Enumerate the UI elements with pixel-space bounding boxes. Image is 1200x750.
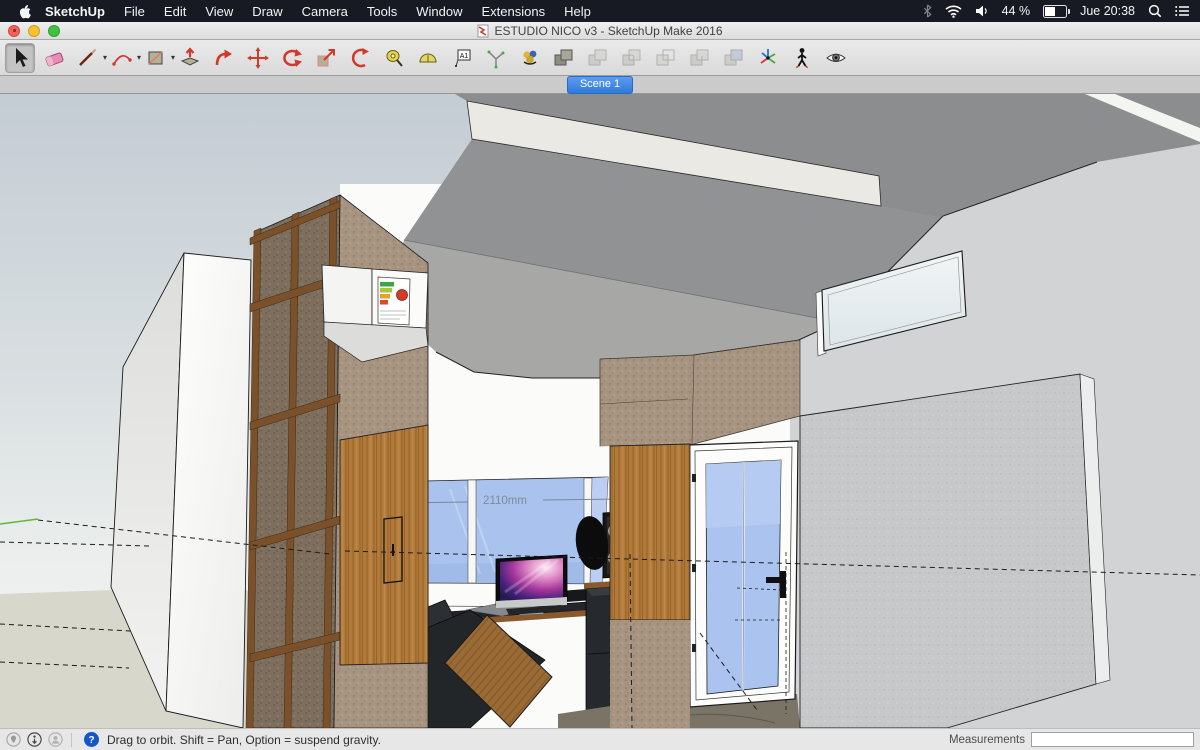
apple-menu-icon[interactable]: [18, 4, 31, 19]
menu-bar-tray: 44 % Jue 20:38: [923, 4, 1190, 18]
tool-rotate-button[interactable]: [277, 43, 307, 73]
tool-subtract-button: [651, 43, 681, 73]
tool-tape-button[interactable]: [379, 43, 409, 73]
tool-walk-button[interactable]: [787, 43, 817, 73]
menu-item-extensions[interactable]: Extensions: [481, 4, 545, 19]
tool-arc-button[interactable]: ▾: [107, 43, 137, 73]
tool-text-button[interactable]: A1: [447, 43, 477, 73]
menu-item-camera[interactable]: Camera: [302, 4, 348, 19]
window-title: ESTUDIO NICO v3 - SketchUp Make 2016: [0, 24, 1200, 38]
model-viewport[interactable]: 2110mm: [0, 94, 1200, 728]
scene-tab-bar: Scene 1: [0, 76, 1200, 94]
menu-items: SketchUp File Edit View Draw Camera Tools Windo…: [45, 4, 591, 19]
tool-axes-button[interactable]: [481, 43, 511, 73]
tool-move-button[interactable]: [243, 43, 273, 73]
status-divider: [71, 733, 72, 747]
signin-icon[interactable]: [48, 732, 63, 747]
spotlight-icon[interactable]: [1148, 4, 1162, 18]
svg-text:A1: A1: [460, 53, 469, 60]
menu-bar-clock[interactable]: Jue 20:38: [1080, 4, 1135, 18]
geolocation-icon[interactable]: [6, 732, 21, 747]
wood-panel-right: [610, 444, 690, 728]
status-bar: ? Drag to orbit. Shift = Pan, Option = s…: [0, 728, 1200, 750]
tool-followme-button[interactable]: [209, 43, 239, 73]
dimension-label: 2110mm: [483, 495, 527, 507]
tool-rectangle-button[interactable]: ▾: [141, 43, 171, 73]
measurements-input[interactable]: [1031, 732, 1194, 747]
measurements-label: Measurements: [949, 734, 1025, 746]
menu-item-tools[interactable]: Tools: [367, 4, 397, 19]
tool-axes3d-button[interactable]: [753, 43, 783, 73]
status-hint: Drag to orbit. Shift = Pan, Option = sus…: [107, 733, 381, 747]
menu-item-view[interactable]: View: [205, 4, 233, 19]
tool-shell-button[interactable]: [549, 43, 579, 73]
close-button[interactable]: [8, 25, 20, 37]
tool-select-button[interactable]: [5, 43, 35, 73]
menu-item-edit[interactable]: Edit: [164, 4, 186, 19]
macos-menu-bar: SketchUp File Edit View Draw Camera Tools Windo…: [0, 0, 1200, 22]
tool-scale-button[interactable]: [311, 43, 341, 73]
tool-eraser-button[interactable]: [39, 43, 69, 73]
tool-line-button[interactable]: ▾: [73, 43, 103, 73]
front-right-wall: [800, 374, 1110, 728]
tool-intersect-button: [583, 43, 613, 73]
tool-paint-button[interactable]: [515, 43, 545, 73]
volume-icon[interactable]: [975, 5, 989, 17]
wood-panel-left: [340, 425, 428, 665]
tool-trim-button: [685, 43, 715, 73]
attribution-icon[interactable]: [27, 732, 42, 747]
menu-item-file[interactable]: File: [124, 4, 145, 19]
imac: [496, 555, 567, 615]
zoom-button[interactable]: [48, 25, 60, 37]
minimize-button[interactable]: [28, 25, 40, 37]
window-title-bar: ESTUDIO NICO v3 - SketchUp Make 2016: [0, 22, 1200, 40]
tool-pushpull-button[interactable]: [175, 43, 205, 73]
glass-door: [689, 441, 798, 707]
sketchup-doc-icon: [477, 24, 489, 38]
svg-text:?: ?: [88, 735, 94, 746]
menu-item-window[interactable]: Window: [416, 4, 462, 19]
sketchup-toolbar: ▾▾▾A1: [0, 40, 1200, 76]
battery-percent: 44 %: [1002, 4, 1031, 18]
help-icon[interactable]: ?: [84, 732, 99, 747]
energy-label: [378, 277, 410, 325]
tool-union-button: [617, 43, 647, 73]
battery-icon: [1043, 5, 1067, 18]
traffic-lights: [8, 25, 60, 37]
tool-lookaround-button[interactable]: [821, 43, 851, 73]
tool-protractor-button[interactable]: [413, 43, 443, 73]
menu-item-draw[interactable]: Draw: [252, 4, 282, 19]
bluetooth-icon[interactable]: [923, 4, 932, 18]
menu-item-help[interactable]: Help: [564, 4, 591, 19]
tool-offset-button[interactable]: [345, 43, 375, 73]
wifi-icon[interactable]: [945, 5, 962, 18]
notification-center-icon[interactable]: [1175, 5, 1190, 17]
scene-tab-scene-1[interactable]: Scene 1: [567, 76, 633, 94]
tool-split-button: [719, 43, 749, 73]
menu-item-sketchup[interactable]: SketchUp: [45, 4, 105, 19]
